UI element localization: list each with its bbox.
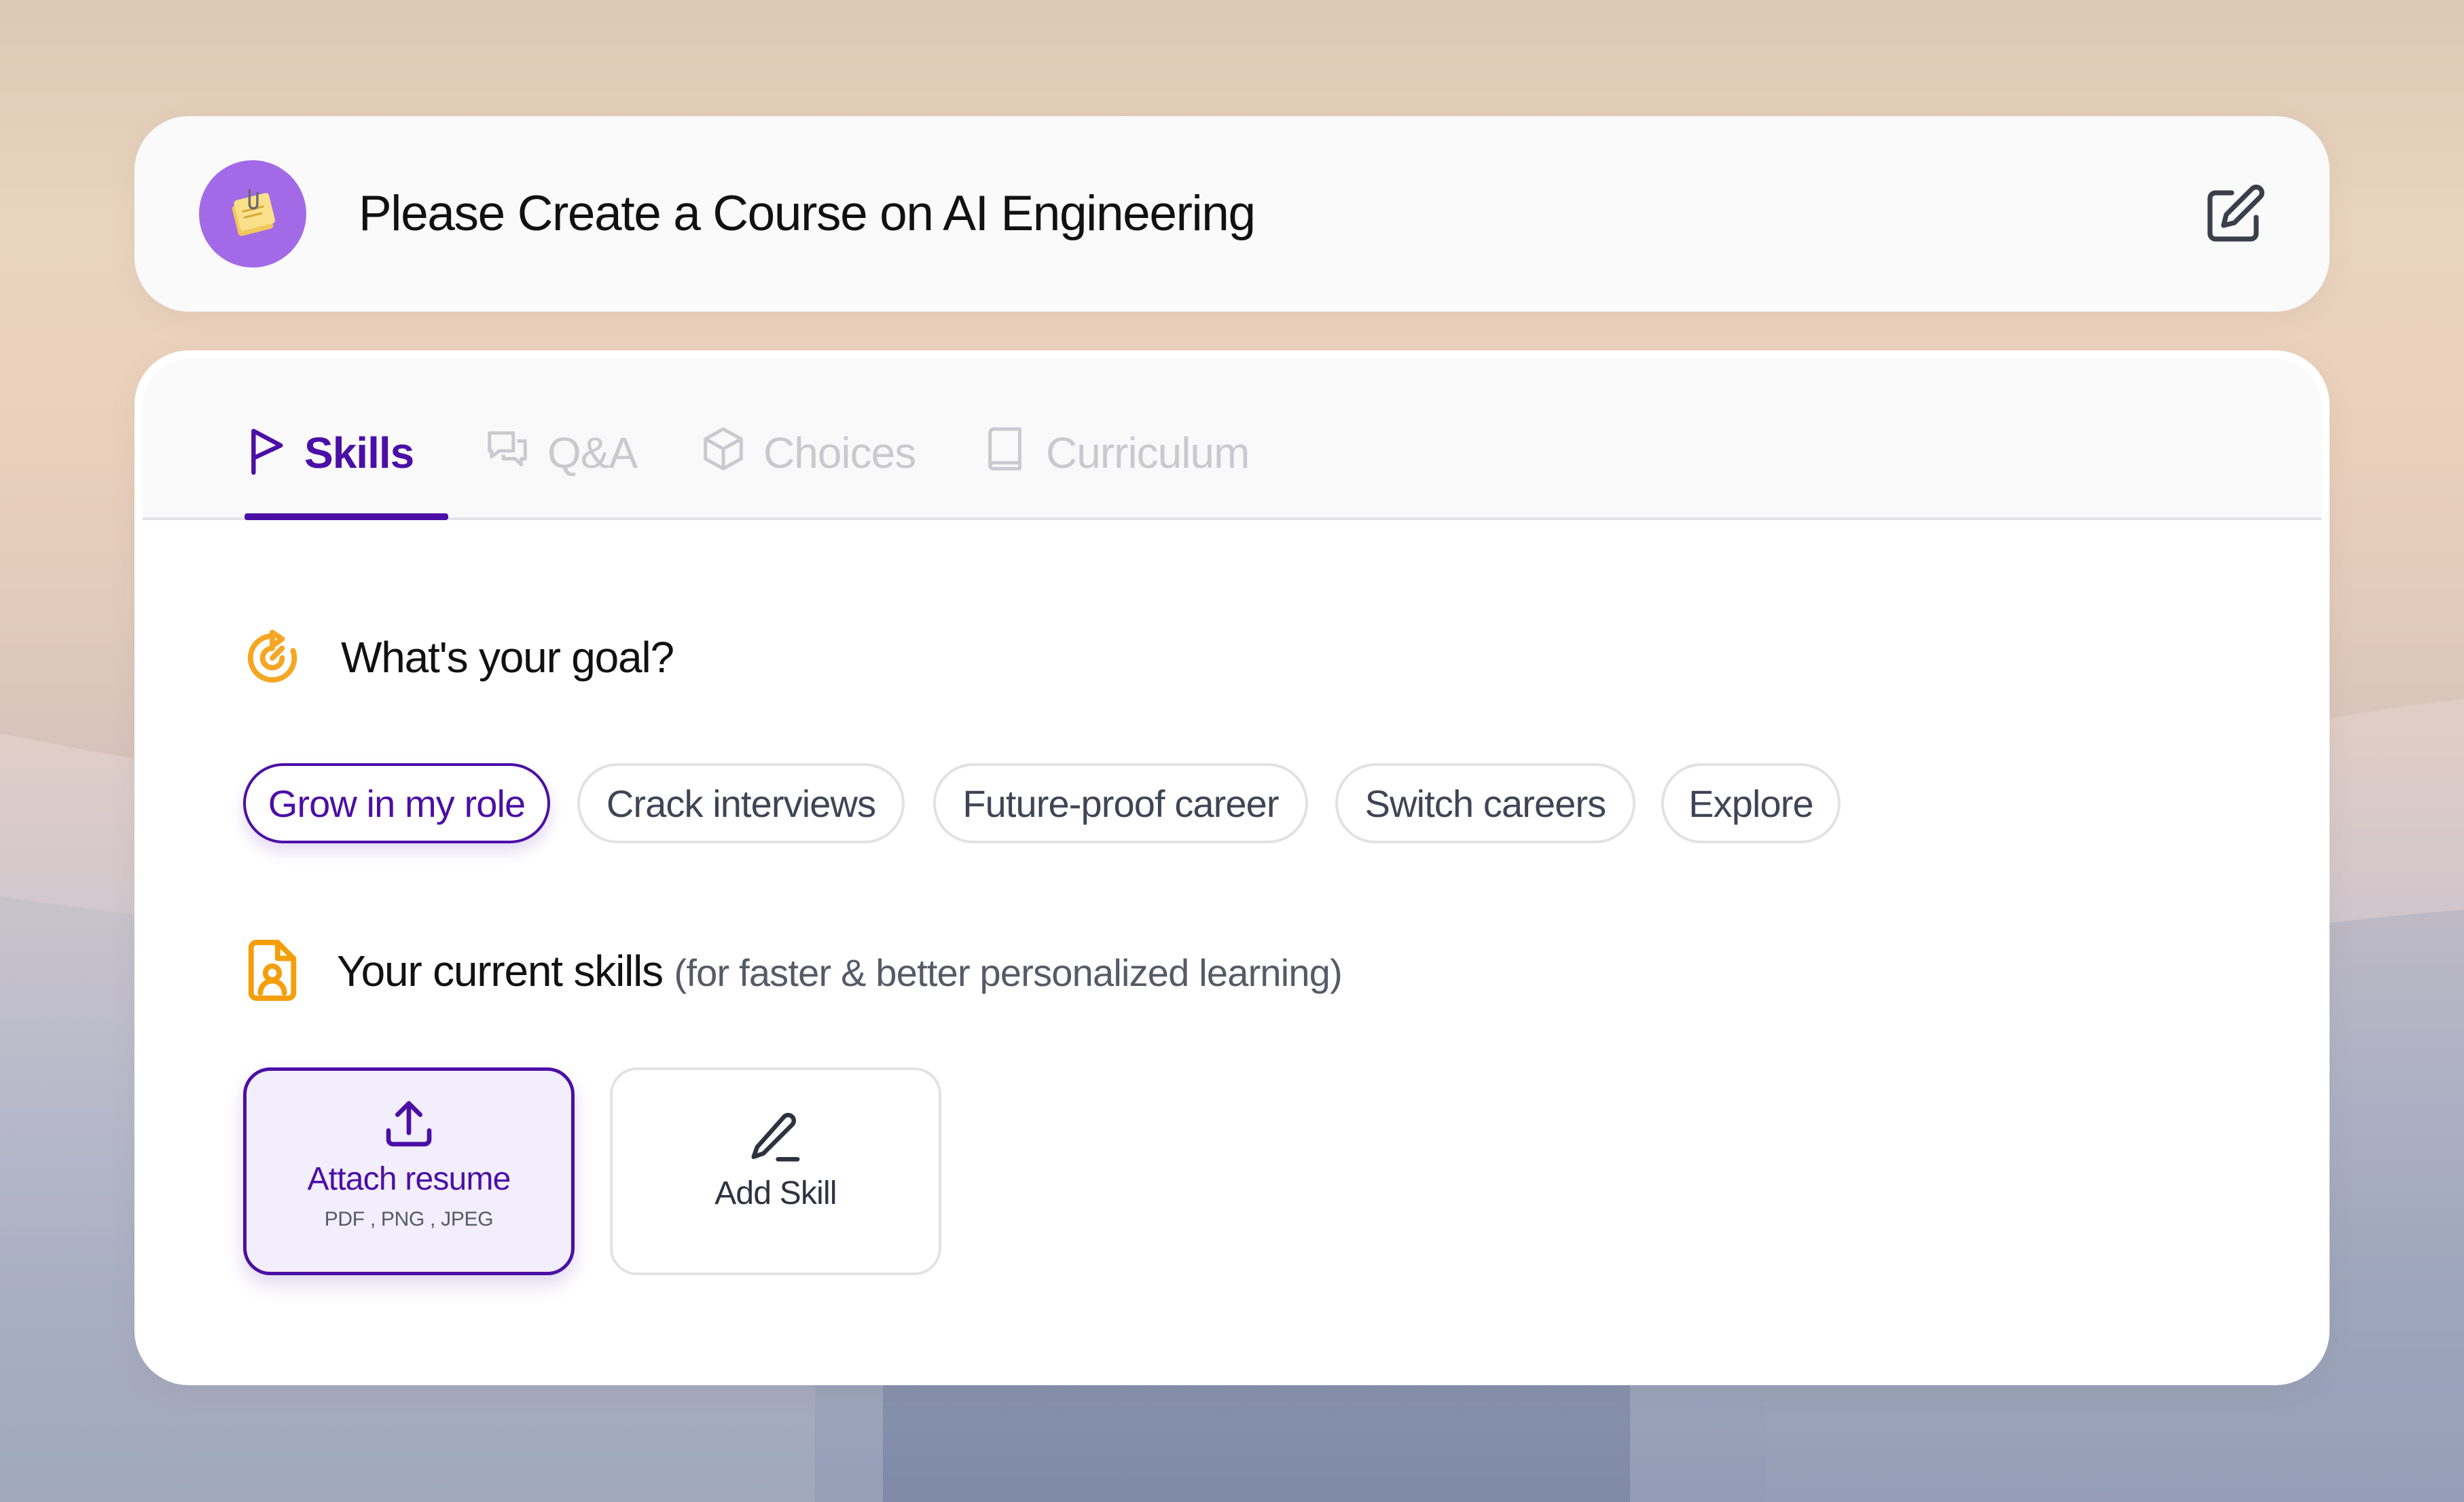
goal-option-grow-in-my-role[interactable]: Grow in my role <box>243 763 550 843</box>
tab-qa[interactable]: Q&A <box>484 428 638 517</box>
tab-label: Curriculum <box>1046 428 1250 477</box>
tab-choices[interactable]: Choices <box>700 427 916 517</box>
tab-label: Q&A <box>547 428 638 477</box>
add-skill-label: Add Skill <box>714 1175 837 1211</box>
goal-option-crack-interviews[interactable]: Crack interviews <box>577 763 905 843</box>
book-icon <box>988 427 1021 471</box>
goal-option-explore[interactable]: Explore <box>1661 763 1841 843</box>
add-skill-button[interactable]: Add Skill <box>610 1067 941 1275</box>
edit-icon[interactable] <box>2202 182 2267 247</box>
avatar <box>199 160 306 268</box>
sticky-note-icon <box>232 189 276 236</box>
tab-skills[interactable]: Skills <box>244 428 448 520</box>
course-builder-panel: Skills Q&A Choices Curriculum What's you… <box>134 350 2330 1385</box>
skills-heading: Your current skills (for faster & better… <box>337 944 1343 1000</box>
goal-heading: What's your goal? <box>341 633 674 682</box>
skills-heading-subtitle: (for faster & better personalized learni… <box>674 951 1343 994</box>
page-title: Please Create a Course on AI Engineering <box>359 186 1256 241</box>
flag-icon <box>251 428 283 475</box>
goal-option-switch-careers[interactable]: Switch careers <box>1335 763 1635 843</box>
tab-label: Skills <box>304 428 414 477</box>
tab-bar: Skills Q&A Choices Curriculum <box>143 359 2321 520</box>
pencil-icon <box>751 1112 800 1162</box>
upload-icon <box>386 1101 432 1147</box>
target-icon <box>247 629 297 683</box>
active-tab-indicator <box>244 513 448 520</box>
cube-icon <box>704 427 743 471</box>
course-prompt-card: Please Create a Course on AI Engineering <box>134 116 2330 312</box>
tab-label: Choices <box>763 428 916 477</box>
attach-resume-formats: PDF , PNG , JPEG <box>324 1208 494 1230</box>
chat-bubbles-icon <box>488 431 527 466</box>
attach-resume-label: Attach resume <box>307 1161 511 1197</box>
attach-resume-button[interactable]: Attach resume PDF , PNG , JPEG <box>243 1067 575 1275</box>
skills-heading-text: Your current skills <box>337 947 664 995</box>
resume-file-icon <box>248 940 297 1001</box>
goal-option-future-proof-career[interactable]: Future-proof career <box>933 763 1308 843</box>
tab-curriculum[interactable]: Curriculum <box>982 427 1250 517</box>
